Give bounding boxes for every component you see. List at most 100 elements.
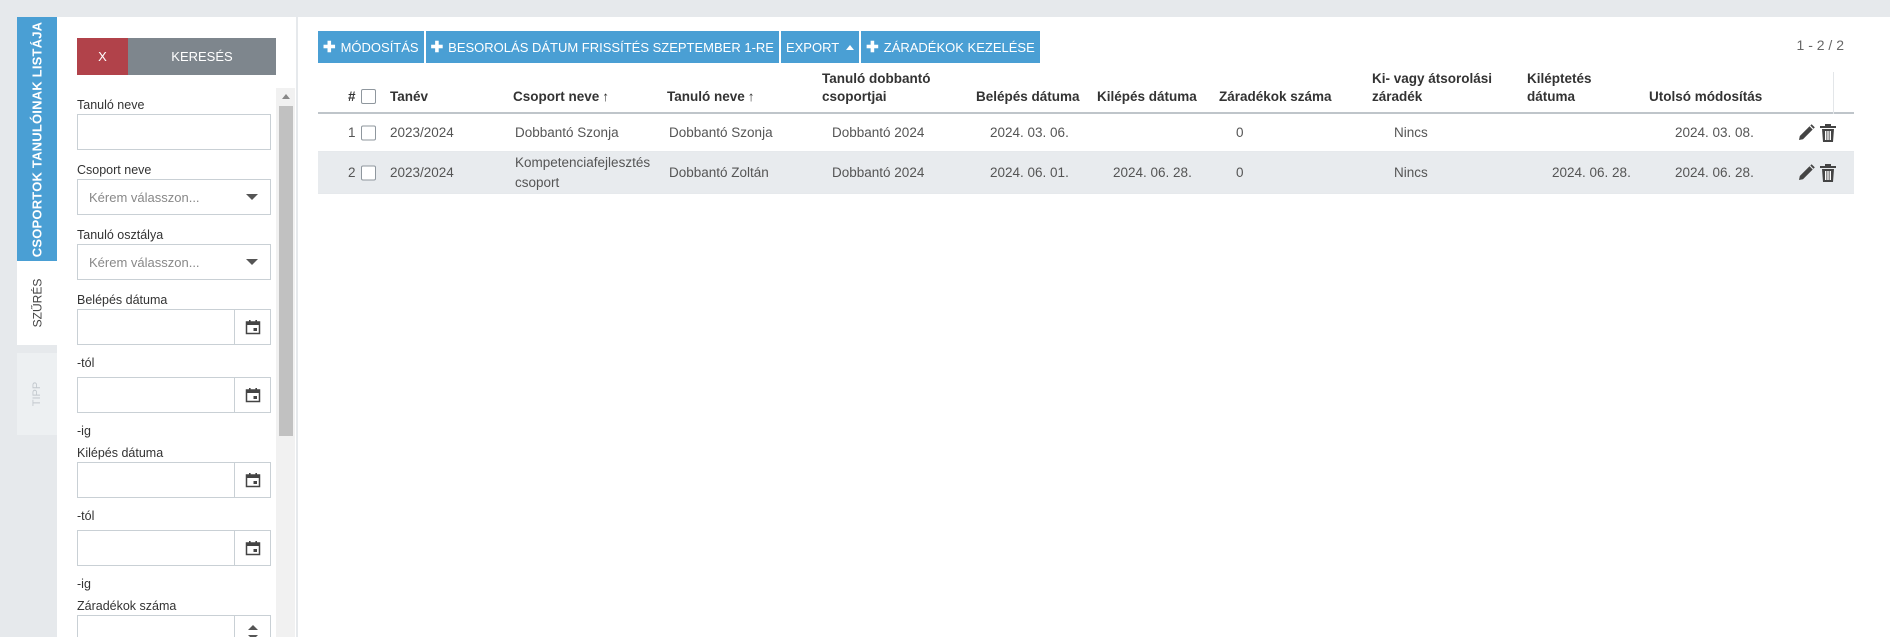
refresh-date-button[interactable]: ✚ BESOROLÁS DÁTUM FRISSÍTÉS SZEPTEMBER 1… (425, 31, 779, 63)
header-year[interactable]: Tanév (390, 88, 428, 106)
filter-fields: Tanuló neve Csoport neve Kérem válasszon… (77, 97, 271, 637)
students-grid: # Tanév Csoport neve ↑ Tanuló neve ↑ Tanul… (318, 70, 1854, 194)
sort-asc-icon: ↑ (602, 89, 610, 104)
tab-group-students-list-label: CSOPORTOK TANULÓINAK LISTÁJA (29, 21, 45, 257)
entry-date-label: Belépés dátuma (77, 293, 168, 307)
student-class-placeholder: Kérem válasszon... (89, 254, 200, 270)
entry-date-from-suffix: -tól (77, 356, 95, 370)
cell-group: Kompetenciafejlesztés csoport (515, 153, 650, 193)
modify-button-label: MÓDOSÍTÁS (340, 39, 419, 55)
header-divider (1833, 72, 1834, 114)
refresh-date-button-label: BESOROLÁS DÁTUM FRISSÍTÉS SZEPTEMBER 1-R… (448, 39, 774, 55)
edit-icon[interactable] (1796, 123, 1816, 143)
increment-icon[interactable] (247, 625, 258, 630)
trash-icon[interactable] (1818, 123, 1838, 143)
cell-group-line1: Kompetenciafejlesztés (515, 154, 651, 170)
header-clause-type-line2: záradék (1372, 89, 1423, 104)
modify-button[interactable]: ✚ MÓDOSÍTÁS (318, 31, 424, 63)
plus-icon: ✚ (430, 38, 444, 56)
calendar-icon[interactable] (234, 463, 270, 497)
student-class-label: Tanuló osztálya (77, 228, 164, 242)
row-checkbox[interactable] (361, 165, 376, 180)
tab-tip[interactable]: TIPP (17, 353, 57, 435)
cell-clause-type: Nincs (1394, 164, 1428, 180)
header-student[interactable]: Tanuló neve ↑ (667, 88, 755, 106)
header-num: # (348, 89, 356, 104)
plus-icon: ✚ (323, 38, 336, 56)
cell-modified: 2024. 06. 28. (1675, 164, 1754, 180)
calendar-icon[interactable] (234, 531, 270, 565)
select-all-checkbox[interactable] (361, 89, 376, 104)
student-class-select[interactable]: Kérem válasszon... (77, 244, 271, 280)
plus-icon: ✚ (866, 38, 879, 56)
entry-date-to-input[interactable] (77, 377, 271, 413)
exit-date-from-input[interactable] (77, 462, 271, 498)
chevron-down-icon[interactable] (234, 180, 270, 214)
group-name-label: Csoport neve (77, 163, 152, 177)
cell-clauses: 0 (1236, 164, 1244, 180)
header-clause-type-line1: Ki- vagy átsorolási (1372, 71, 1493, 86)
cell-year: 2023/2024 (390, 164, 454, 180)
cell-year: 2023/2024 (390, 124, 454, 140)
header-group[interactable]: Csoport neve ↑ (513, 88, 609, 106)
cell-entry: 2024. 03. 06. (990, 124, 1069, 140)
header-clauses[interactable]: Záradékok száma (1219, 88, 1332, 106)
row-checkbox[interactable] (361, 125, 376, 140)
table-row[interactable]: 1 2023/2024 Dobbantó Szonja Dobbantó Szo… (318, 114, 1854, 152)
header-group-label: Csoport neve (513, 89, 600, 104)
trash-icon[interactable] (1818, 163, 1838, 183)
caret-up-icon (846, 44, 855, 50)
filter-panel: X KERESÉS Tanuló neve Csoport neve Kérem… (57, 17, 296, 637)
clear-filter-button[interactable]: X (77, 38, 128, 75)
tab-tip-label: TIPP (30, 381, 43, 407)
side-tabs: CSOPORTOK TANULÓINAK LISTÁJA SZŰRÉS TIPP (17, 17, 57, 435)
tab-filter[interactable]: SZŰRÉS (17, 261, 57, 345)
cell-modified: 2024. 03. 08. (1675, 124, 1754, 140)
tab-filter-label: SZŰRÉS (30, 278, 44, 328)
manage-clauses-button[interactable]: ✚ ZÁRADÉKOK KEZELÉSE (861, 31, 1040, 63)
clause-count-stepper[interactable] (77, 615, 271, 637)
header-modified[interactable]: Utolsó módosítás (1649, 88, 1762, 106)
cell-leave-date: 2024. 06. 28. (1552, 164, 1631, 180)
header-dobbanto-group-line1: Tanuló dobbantó (822, 71, 931, 86)
exit-date-to-input[interactable] (77, 530, 271, 566)
header-leave-date[interactable]: Kiléptetés dátuma (1527, 70, 1592, 106)
scroll-up-icon[interactable] (276, 88, 295, 104)
cell-group-line2: csoport (515, 174, 560, 190)
cell-dobbanto-group: Dobbantó 2024 (832, 124, 925, 140)
scrollbar-thumb[interactable] (279, 106, 293, 436)
sort-asc-icon: ↑ (747, 89, 755, 104)
header-entry[interactable]: Belépés dátuma (976, 88, 1080, 106)
cell-clauses: 0 (1236, 124, 1244, 140)
entry-date-from-input[interactable] (77, 309, 271, 345)
exit-date-label: Kilépés dátuma (77, 446, 164, 460)
header-exit[interactable]: Kilépés dátuma (1097, 88, 1197, 106)
cell-student: Dobbantó Zoltán (669, 164, 769, 180)
header-leave-date-line1: Kiléptetés (1527, 71, 1592, 86)
tab-group-students-list[interactable]: CSOPORTOK TANULÓINAK LISTÁJA (17, 17, 57, 261)
exit-date-from-suffix: -tól (77, 509, 95, 523)
header-dobbanto-group[interactable]: Tanuló dobbantó csoportjai (822, 70, 930, 106)
edit-icon[interactable] (1796, 163, 1816, 183)
grid-header: # Tanév Csoport neve ↑ Tanuló neve ↑ Tanul… (318, 70, 1854, 114)
table-row[interactable]: 2 2023/2024 Kompetenciafejlesztés csopor… (318, 152, 1854, 194)
calendar-icon[interactable] (234, 378, 270, 412)
cell-clause-type: Nincs (1394, 124, 1428, 140)
toolbar: ✚ MÓDOSÍTÁS ✚ BESOROLÁS DÁTUM FRISSÍTÉS … (318, 31, 1040, 63)
cell-dobbanto-group: Dobbantó 2024 (832, 164, 925, 180)
header-dobbanto-group-line2: csoportjai (822, 89, 887, 104)
chevron-down-icon[interactable] (234, 245, 270, 279)
header-clause-type[interactable]: Ki- vagy átsorolási záradék (1372, 70, 1492, 106)
student-name-input[interactable] (77, 114, 271, 150)
calendar-icon[interactable] (234, 310, 270, 344)
stepper-arrows[interactable] (234, 616, 270, 637)
main-panel: ✚ MÓDOSÍTÁS ✚ BESOROLÁS DÁTUM FRISSÍTÉS … (298, 17, 1890, 637)
cell-student: Dobbantó Szonja (669, 124, 773, 140)
export-button-label: EXPORT (785, 39, 840, 55)
export-button[interactable]: EXPORT (780, 31, 860, 63)
search-button[interactable]: KERESÉS (128, 38, 276, 75)
group-name-select[interactable]: Kérem válasszon... (77, 179, 271, 215)
cell-num: 2 (348, 164, 356, 180)
group-name-placeholder: Kérem válasszon... (89, 189, 200, 205)
filter-scrollbar[interactable] (276, 88, 295, 637)
